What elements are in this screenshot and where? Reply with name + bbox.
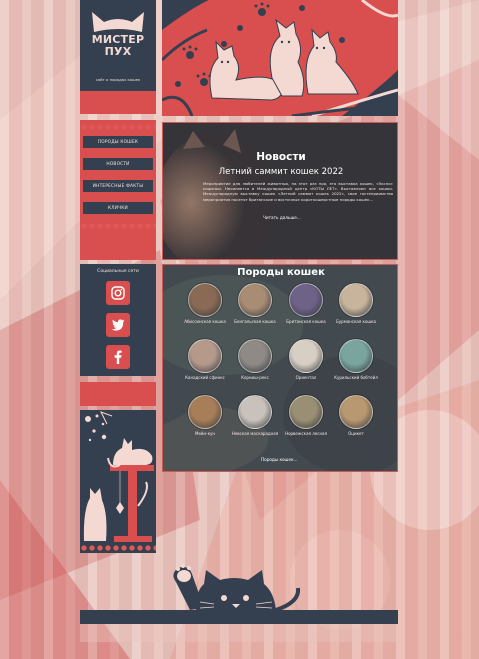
breed-photo	[289, 395, 323, 429]
news-card: Новости Летний саммит кошек 2022 Меропри…	[162, 122, 398, 260]
read-more-link[interactable]: Читать дальше...	[263, 215, 301, 220]
breed-card[interactable]: Оцикет	[331, 395, 381, 436]
menu-item-breeds[interactable]: Породы кошек	[83, 136, 153, 148]
news-headline[interactable]: Летний саммит кошек 2022	[163, 167, 397, 177]
breed-photo	[238, 339, 272, 373]
cat-tree-illustration-icon	[83, 411, 154, 542]
breed-name: Абиссинская кошка	[184, 319, 226, 324]
menu-item-news[interactable]: Новости	[83, 158, 153, 170]
breed-name: Мейн-кун	[195, 431, 215, 436]
breed-photo	[188, 283, 222, 317]
breed-name: Невская маскарадная	[231, 431, 279, 436]
breed-card[interactable]: Ориентал	[281, 339, 331, 380]
breed-photo	[339, 395, 373, 429]
dots-decoration	[80, 222, 156, 230]
breed-card[interactable]: Корниш-рекс	[230, 339, 280, 380]
logo-panel: МИСТЕР ПУХ сайт о породах кошек	[80, 0, 156, 91]
news-body: Мероприятие для любителей животных, на э…	[203, 181, 393, 202]
breed-name: Бурманская кошка	[336, 319, 376, 324]
breed-name: Оцикет	[348, 431, 364, 436]
breed-card[interactable]: Бурманская кошка	[331, 283, 381, 324]
breed-card[interactable]: Канадский сфинкс	[180, 339, 230, 380]
logo-red-bar	[80, 91, 156, 114]
breed-photo	[188, 339, 222, 373]
breed-photo	[289, 339, 323, 373]
breed-name: Курильский бобтейл	[334, 375, 378, 380]
breed-card[interactable]: Курильский бобтейл	[331, 339, 381, 380]
twitter-icon	[111, 319, 125, 331]
breed-photo	[238, 395, 272, 429]
breed-photo	[289, 283, 323, 317]
logo-title-line2: ПУХ	[104, 45, 132, 58]
facebook-button[interactable]	[106, 345, 130, 369]
breed-photo	[188, 395, 222, 429]
breed-name: Британская кошка	[286, 319, 326, 324]
instagram-icon	[111, 286, 125, 300]
logo-subtitle: сайт о породах кошек	[95, 77, 141, 82]
logo-title: МИСТЕР ПУХ	[80, 34, 156, 58]
hero-banner	[162, 0, 398, 116]
breed-name: Корниш-рекс	[241, 375, 269, 380]
breed-card[interactable]: Абиссинская кошка	[180, 283, 230, 324]
menu-item-facts[interactable]: Интересные факты	[83, 180, 153, 192]
social-panel: Социальные сети	[80, 264, 156, 376]
breed-card[interactable]: Невская маскарадная	[230, 395, 280, 436]
breed-card[interactable]: Бенгальская кошка	[230, 283, 280, 324]
breed-card[interactable]: Мейн-кун	[180, 395, 230, 436]
dots-decoration	[80, 123, 156, 131]
breeds-card: Породы кошек Абиссинская кошка Бенгальска…	[162, 264, 398, 472]
breed-photo	[339, 339, 373, 373]
breed-card[interactable]: Норвежская лесная	[281, 395, 331, 436]
menu-panel: Породы кошек Новости Интересные факты Кл…	[80, 120, 156, 260]
breeds-more-link[interactable]: Породы кошек...	[261, 457, 298, 462]
social-red-bar	[80, 382, 156, 406]
instagram-button[interactable]	[106, 281, 130, 305]
breed-card[interactable]: Британская кошка	[281, 283, 331, 324]
breed-name: Ориентал	[295, 375, 317, 380]
breed-name: Бенгальская кошка	[234, 319, 276, 324]
breed-name: Норвежская лесная	[285, 431, 327, 436]
breed-photo	[339, 283, 373, 317]
breeds-section-title: Породы кошек	[237, 267, 325, 278]
dots-decoration	[80, 544, 156, 552]
breed-name: Канадский сфинкс	[185, 375, 225, 380]
news-section-title: Новости	[256, 151, 306, 163]
breed-photo	[238, 283, 272, 317]
social-title: Социальные сети	[97, 269, 139, 274]
twitter-button[interactable]	[106, 313, 130, 337]
cats-banner-illustration-icon	[162, 0, 398, 116]
menu-item-names[interactable]: Клички	[83, 202, 153, 214]
footer-cat-illustration-icon	[80, 564, 398, 642]
facebook-icon	[114, 350, 122, 364]
cat-tree-panel	[80, 410, 156, 553]
